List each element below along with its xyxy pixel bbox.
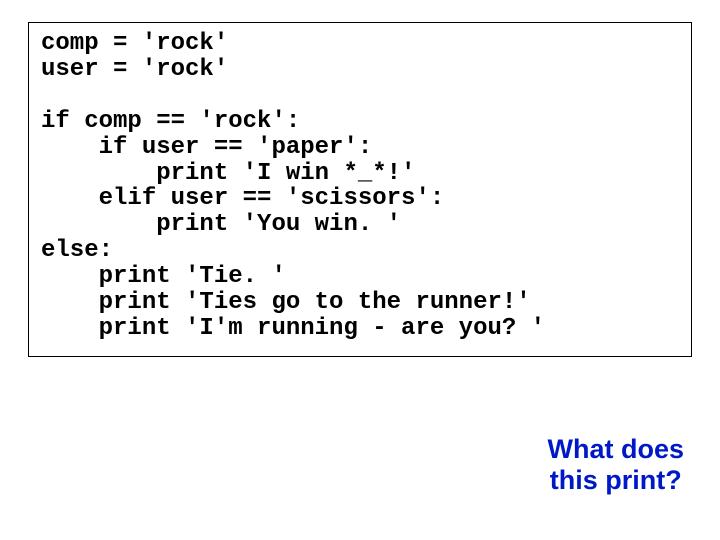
code-line: print 'You win. ' <box>41 211 401 238</box>
code-line: print 'I win *_*!' <box>41 160 415 187</box>
question-text: What does this print? <box>547 434 684 496</box>
code-line: if user == 'paper': <box>41 134 372 161</box>
question-line: What does <box>547 434 684 465</box>
code-box: comp = 'rock' user = 'rock' if comp == '… <box>28 22 692 357</box>
code-line: if comp == 'rock': <box>41 108 300 135</box>
slide: comp = 'rock' user = 'rock' if comp == '… <box>0 0 720 540</box>
code-line: else: <box>41 237 113 264</box>
code-line: comp = 'rock' <box>41 30 228 57</box>
code-line: print 'Tie. ' <box>41 263 286 290</box>
code-line: user = 'rock' <box>41 56 228 83</box>
question-line: this print? <box>547 465 684 496</box>
code-line: print 'I'm running - are you? ' <box>41 315 545 342</box>
code-line: print 'Ties go to the runner!' <box>41 289 531 316</box>
code-line: elif user == 'scissors': <box>41 185 444 212</box>
code-snippet: comp = 'rock' user = 'rock' if comp == '… <box>41 31 679 342</box>
